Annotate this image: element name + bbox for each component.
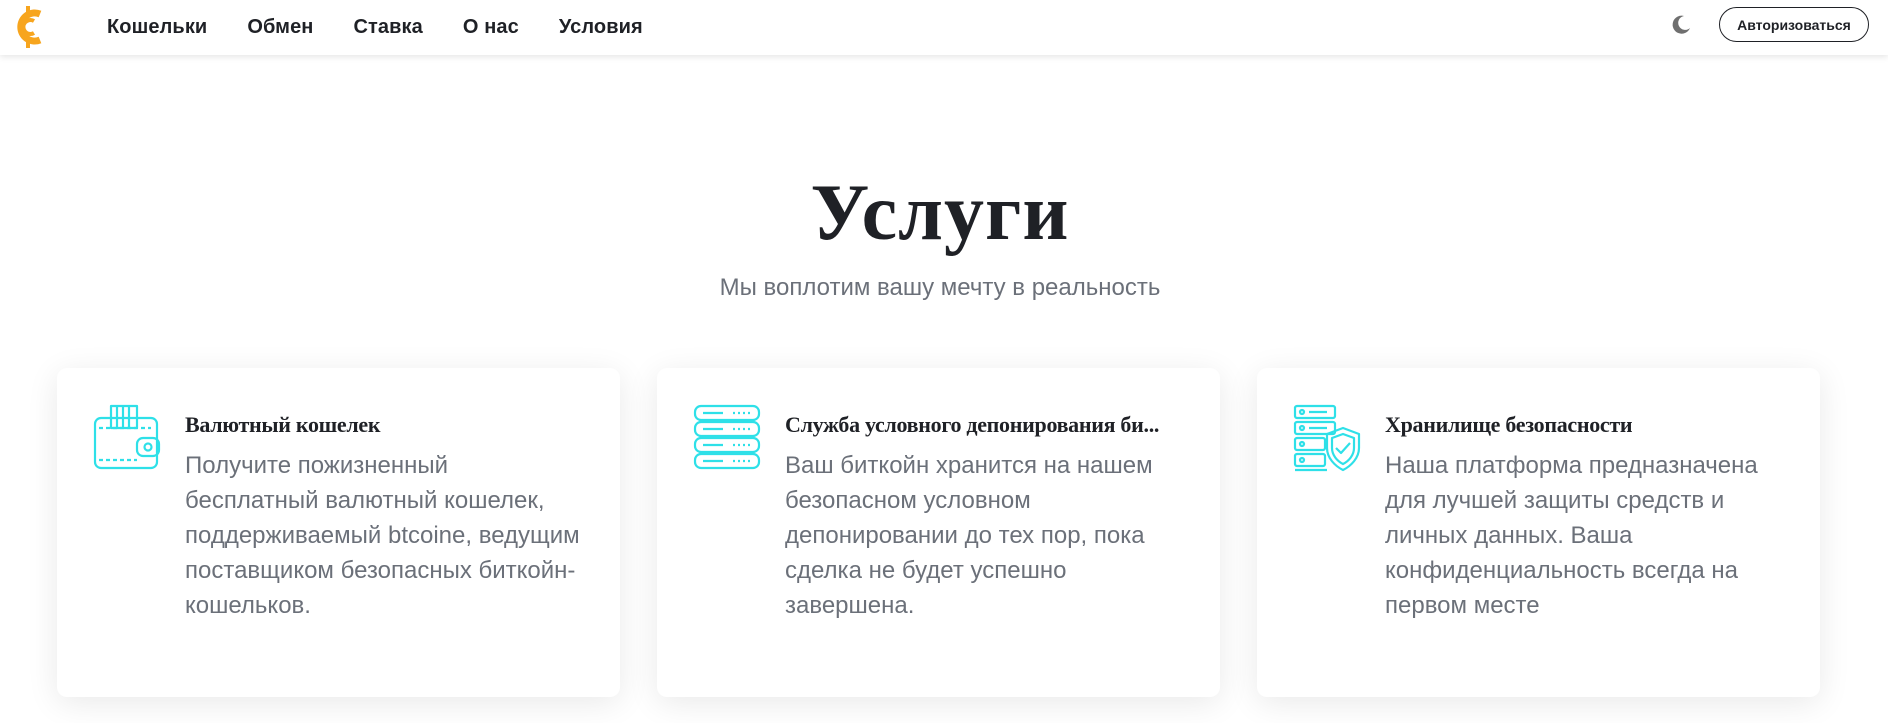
wallet-icon (93, 404, 161, 470)
card-title: Служба условного депонирования би... (785, 412, 1160, 437)
nav-item-about[interactable]: О нас (463, 16, 519, 39)
card-description: Наша платформа предназначена для лучшей … (1385, 452, 1758, 619)
nav-item-terms[interactable]: Условия (559, 16, 643, 39)
card-title: Валютный кошелек (185, 412, 381, 437)
card-description: Получите пожизненный бесплатный валютный… (185, 452, 580, 619)
server-icon (693, 404, 761, 470)
page-title: Услуги (810, 169, 1070, 257)
service-card-wallet: Валютный кошелек Получите пожизненный бе… (57, 368, 620, 697)
server-shield-icon (1293, 404, 1361, 472)
service-card-security: Хранилище безопасности Наша платформа пр… (1257, 368, 1820, 697)
top-navbar: Кошельки Обмен Ставка О нас Условия Авто… (0, 0, 1888, 55)
nav-item-wallets[interactable]: Кошельки (107, 16, 207, 39)
card-title: Хранилище безопасности (1385, 412, 1633, 437)
login-button[interactable]: Авторизоваться (1719, 7, 1869, 42)
nav-item-exchange[interactable]: Обмен (247, 16, 313, 39)
main-nav: Кошельки Обмен Ставка О нас Условия (107, 0, 683, 55)
page-subtitle: Мы воплотим вашу мечту в реальность (719, 274, 1161, 301)
card-description: Ваш биткойн хранится на нашем безопасном… (785, 452, 1153, 619)
moon-icon[interactable] (1669, 13, 1693, 37)
service-card-escrow: Служба условного депонирования би... Ваш… (657, 368, 1220, 697)
nav-item-rate[interactable]: Ставка (353, 16, 422, 39)
logo-icon[interactable] (10, 4, 50, 50)
